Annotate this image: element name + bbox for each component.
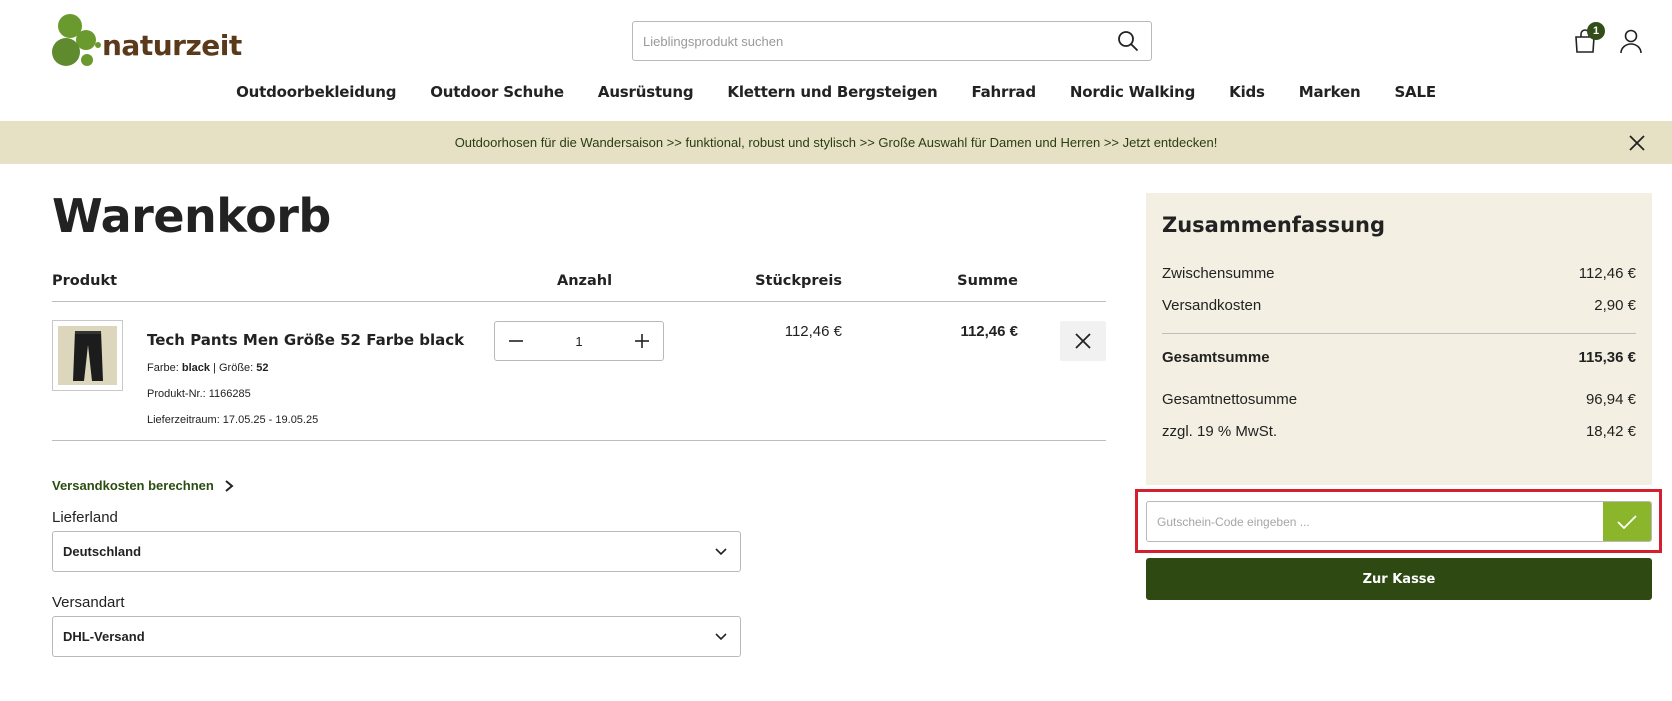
country-label: Lieferland xyxy=(52,509,118,526)
total-label: Gesamtsumme xyxy=(1162,349,1270,366)
shipping-method-label: Versandart xyxy=(52,594,125,611)
nav-item-sale[interactable]: SALE xyxy=(1377,83,1452,101)
table-divider xyxy=(52,440,1106,441)
net-total-label: Gesamtnettosumme xyxy=(1162,391,1298,408)
net-total-row: Gesamtnettosumme 96,94 € xyxy=(1162,391,1636,408)
voucher-form xyxy=(1146,501,1652,542)
brand-logo[interactable]: naturzeit xyxy=(52,12,242,70)
table-divider xyxy=(52,301,1106,302)
total-value: 115,36 € xyxy=(1578,349,1636,366)
quantity-stepper: 1 xyxy=(494,321,664,361)
pants-icon xyxy=(72,330,103,381)
increase-quantity-button[interactable] xyxy=(621,322,663,360)
column-header-sum: Summe xyxy=(957,273,1018,289)
country-select[interactable]: Deutschland xyxy=(52,531,741,572)
vat-label: zzgl. 19 % MwSt. xyxy=(1162,423,1278,440)
quantity-value[interactable]: 1 xyxy=(537,334,621,349)
subtotal-label: Zwischensumme xyxy=(1162,265,1275,282)
variant-separator: | xyxy=(213,362,216,374)
page-title: Warenkorb xyxy=(52,189,331,243)
voucher-submit-button[interactable] xyxy=(1603,502,1651,541)
shipping-calc-toggle[interactable]: Versandkosten berechnen xyxy=(52,478,234,493)
product-sku: Produkt-Nr.: 1166285 xyxy=(147,388,251,400)
column-header-product: Produkt xyxy=(52,273,118,289)
net-total-value: 96,94 € xyxy=(1585,391,1636,408)
close-icon xyxy=(1075,333,1091,349)
decrease-quantity-button[interactable] xyxy=(495,322,537,360)
product-thumbnail[interactable] xyxy=(52,320,123,391)
product-image xyxy=(58,326,117,385)
color-label: Farbe: xyxy=(147,362,179,374)
close-icon xyxy=(1629,135,1645,151)
main-navigation: Outdoorbekleidung Outdoor Schuhe Ausrüst… xyxy=(0,83,1672,101)
shipping-value: 2,90 € xyxy=(1594,297,1636,314)
user-icon xyxy=(1620,29,1642,54)
voucher-code-input[interactable] xyxy=(1147,502,1603,541)
product-variant: Farbe: black | Größe: 52 xyxy=(147,362,269,374)
nav-item-outdoorbekleidung[interactable]: Outdoorbekleidung xyxy=(219,83,413,101)
vat-row: zzgl. 19 % MwSt. 18,42 € xyxy=(1162,423,1636,440)
subtotal-value: 112,46 € xyxy=(1578,265,1636,282)
chevron-down-icon xyxy=(715,547,727,555)
nav-item-ausruestung[interactable]: Ausrüstung xyxy=(581,83,711,101)
line-total: 112,46 € xyxy=(960,323,1018,340)
search-bar xyxy=(632,21,1152,61)
nav-item-outdoor-schuhe[interactable]: Outdoor Schuhe xyxy=(413,83,581,101)
order-summary: Zusammenfassung Zwischensumme 112,46 € V… xyxy=(1146,193,1652,485)
leaf-logo-icon xyxy=(52,14,101,66)
column-header-quantity: Anzahl xyxy=(557,273,613,289)
nav-item-kids[interactable]: Kids xyxy=(1212,83,1282,101)
search-icon xyxy=(1118,31,1139,52)
checkmark-icon xyxy=(1617,514,1637,529)
shipping-calc-label: Versandkosten berechnen xyxy=(52,478,214,493)
summary-divider xyxy=(1162,333,1636,334)
brand-name: naturzeit xyxy=(102,29,242,62)
nav-item-marken[interactable]: Marken xyxy=(1282,83,1378,101)
unit-price: 112,46 € xyxy=(784,323,842,340)
shipping-method-select[interactable]: DHL-Versand xyxy=(52,616,741,657)
nav-item-fahrrad[interactable]: Fahrrad xyxy=(954,83,1052,101)
shipping-method-value: DHL-Versand xyxy=(63,629,145,644)
search-button[interactable] xyxy=(1105,22,1151,60)
size-label: Größe: xyxy=(218,362,254,374)
delivery-period: Lieferzeitraum: 17.05.25 - 19.05.25 xyxy=(147,414,319,426)
country-value: Deutschland xyxy=(63,544,142,559)
promo-text[interactable]: Outdoorhosen für die Wandersaison >> fun… xyxy=(455,135,1218,150)
plus-icon xyxy=(635,334,649,348)
chevron-right-icon xyxy=(225,479,234,492)
account-button[interactable] xyxy=(1618,28,1644,54)
shipping-label: Versandkosten xyxy=(1162,297,1262,314)
nav-item-klettern[interactable]: Klettern und Bergsteigen xyxy=(710,83,954,101)
promo-close-button[interactable] xyxy=(1627,133,1647,153)
subtotal-row: Zwischensumme 112,46 € xyxy=(1162,265,1636,282)
checkout-button[interactable]: Zur Kasse xyxy=(1146,558,1652,600)
shipping-row: Versandkosten 2,90 € xyxy=(1162,297,1636,314)
minus-icon xyxy=(509,340,523,342)
size-value: 52 xyxy=(256,362,269,374)
cart-count-badge: 1 xyxy=(1587,22,1605,40)
search-input[interactable] xyxy=(633,22,1105,60)
color-value: black xyxy=(181,362,210,374)
promo-banner: Outdoorhosen für die Wandersaison >> fun… xyxy=(0,121,1672,164)
remove-item-button[interactable] xyxy=(1060,321,1106,361)
summary-title: Zusammenfassung xyxy=(1162,213,1386,237)
column-header-unit-price: Stückpreis xyxy=(755,273,842,289)
nav-item-nordic-walking[interactable]: Nordic Walking xyxy=(1053,83,1212,101)
total-row: Gesamtsumme 115,36 € xyxy=(1162,349,1636,366)
vat-value: 18,42 € xyxy=(1585,423,1636,440)
chevron-down-icon xyxy=(715,632,727,640)
product-name[interactable]: Tech Pants Men Größe 52 Farbe black xyxy=(147,331,464,349)
